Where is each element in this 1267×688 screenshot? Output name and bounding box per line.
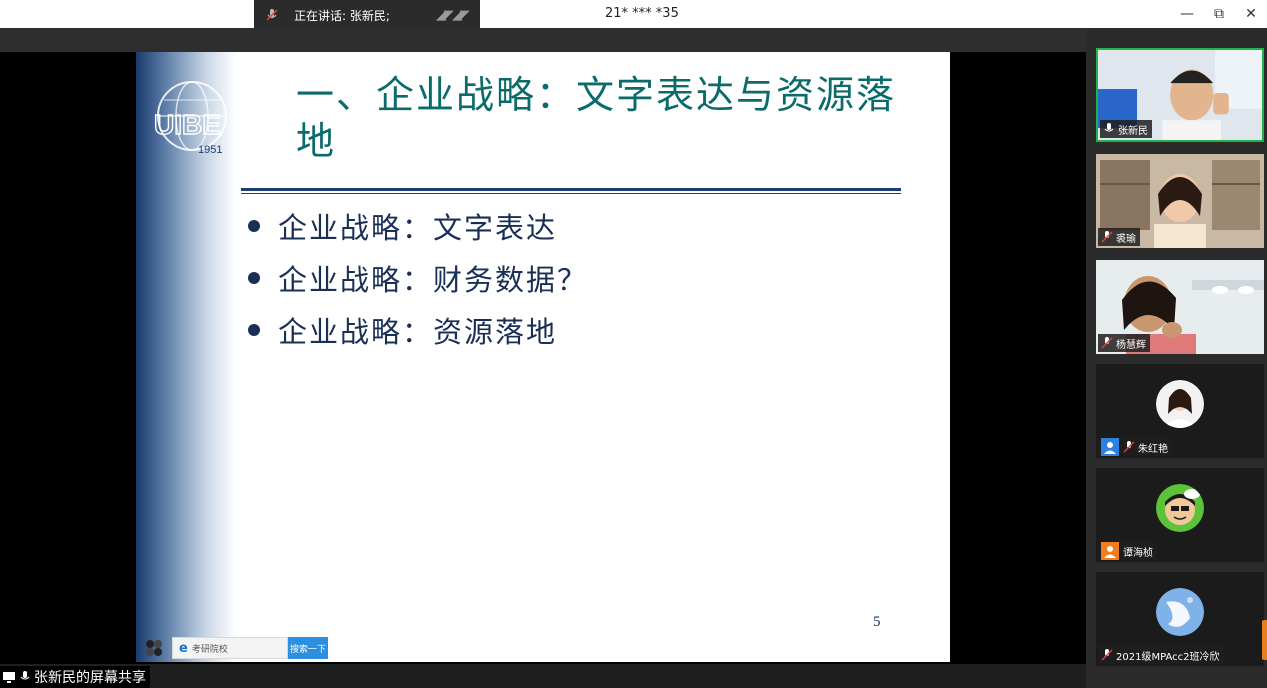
user-icon <box>1101 438 1119 456</box>
participant-tile[interactable]: 谭海桢 <box>1096 468 1264 562</box>
speaking-indicator: 正在讲话: 张新民; ◢◤◢◤ <box>254 0 480 30</box>
participant-tile[interactable]: 朱红艳 <box>1096 364 1264 458</box>
bullet-item: 企业战略：财务数据？ <box>246 252 588 304</box>
minimize-button[interactable]: — <box>1171 0 1203 28</box>
svg-text:1951: 1951 <box>198 144 222 156</box>
mic-muted-icon <box>1101 649 1113 661</box>
title-bar: 21* *** *35 — ⧉ ✕ <box>0 0 1267 28</box>
avatar <box>1156 484 1204 532</box>
taskbar-strip: e 考研院校 搜索一下 <box>136 635 356 662</box>
avatar <box>1156 380 1204 428</box>
participant-name-tag: 谭海桢 <box>1098 542 1157 560</box>
participant-name-tag: 张新民 <box>1100 120 1152 138</box>
participant-name-tag: 裘瑜 <box>1098 228 1140 246</box>
participant-tile[interactable]: 张新民 <box>1096 48 1264 142</box>
title-divider <box>241 188 901 194</box>
window-controls: — ⧉ ✕ <box>1171 0 1267 28</box>
bullet-item: 企业战略：文字表达 <box>246 200 588 252</box>
participant-name-tag: 朱红艳 <box>1098 438 1172 456</box>
slide-title: 一、企业战略：文字表达与资源落地 <box>296 73 897 163</box>
participant-name-tag: 杨慧辉 <box>1098 334 1150 352</box>
participant-tile[interactable]: 2021级MPAcc2班冷欣 <box>1096 572 1264 666</box>
audio-wave-icon: ◢◤◢◤ <box>435 7 470 23</box>
participant-name-tag: 2021级MPAcc2班冷欣 <box>1098 646 1224 664</box>
uibe-logo: UIBE 1951 <box>153 81 227 156</box>
close-button[interactable]: ✕ <box>1235 0 1267 28</box>
side-handle[interactable] <box>1262 620 1267 660</box>
speaking-label: 正在讲话: 张新民; <box>294 8 390 23</box>
mic-muted-icon <box>264 7 280 23</box>
bullet-item: 企业战略：资源落地 <box>246 304 588 356</box>
meeting-id: 21* *** *35 <box>605 6 679 21</box>
bullet-list: 企业战略：文字表达 企业战略：财务数据？ 企业战略：资源落地 <box>246 200 588 356</box>
bottom-bar <box>0 664 1086 688</box>
participant-tile[interactable]: 裘瑜 <box>1096 154 1264 248</box>
search-button[interactable]: 搜索一下 <box>288 637 328 659</box>
avatar <box>1156 588 1204 636</box>
mic-muted-icon <box>1101 231 1113 243</box>
meeting-window: 21* *** *35 — ⧉ ✕ 正在讲话: 张新民; ◢◤◢◤ UIBE 1… <box>0 0 1267 688</box>
mic-muted-icon <box>1101 337 1113 349</box>
search-box[interactable]: e 考研院校 <box>172 637 288 659</box>
mic-icon <box>1103 123 1115 135</box>
screen-share-label: 张新民的屏幕共享 <box>0 666 150 688</box>
bullet-dot-icon <box>248 272 260 284</box>
user-icon <box>1101 542 1119 560</box>
svg-text:UIBE: UIBE <box>154 109 221 140</box>
mic-muted-icon <box>1123 441 1135 453</box>
browser-e-icon: e <box>179 640 188 656</box>
participant-panel: 张新民 裘瑜 杨慧辉 朱红艳 谭海桢 2021级MPAcc2班冷欣 <box>1086 28 1267 688</box>
app-logo-icon[interactable] <box>144 638 164 658</box>
bullet-dot-icon <box>248 324 260 336</box>
mic-icon <box>18 670 32 684</box>
restore-button[interactable]: ⧉ <box>1203 0 1235 28</box>
bullet-dot-icon <box>248 220 260 232</box>
screen-share-icon <box>2 670 16 684</box>
toolbar-strip <box>0 28 1086 52</box>
presentation-slide: UIBE 1951 一、企业战略：文字表达与资源落地 企业战略：文字表达 企业战… <box>136 52 950 662</box>
participant-tile[interactable]: 杨慧辉 <box>1096 260 1264 354</box>
slide-page-number: 5 <box>873 614 881 630</box>
